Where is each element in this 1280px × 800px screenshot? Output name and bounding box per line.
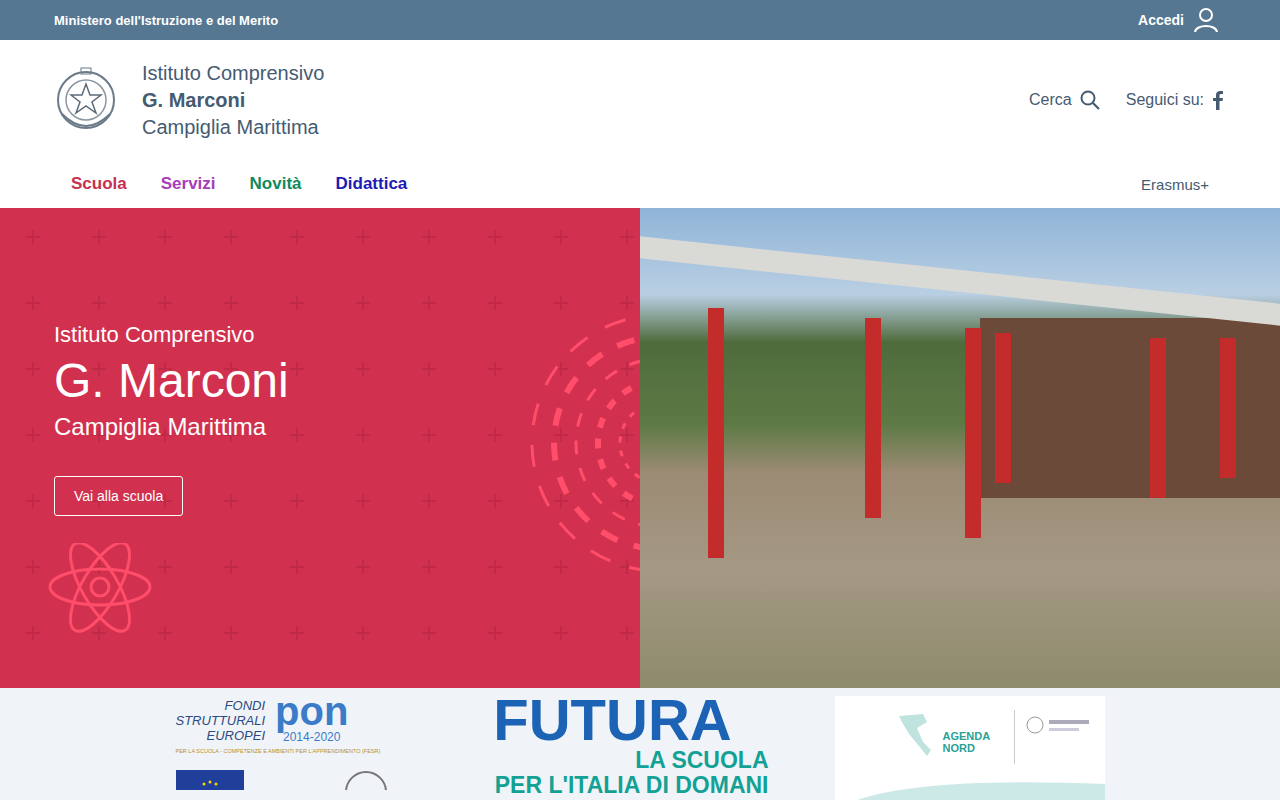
futura-line: LA SCUOLA [635, 748, 768, 773]
photo-post [865, 318, 881, 518]
eu-flag-icon [176, 770, 244, 790]
pon-banner[interactable]: FONDISTRUTTURALIEUROPEIpon2014-2020PER L… [176, 692, 391, 800]
nav-item[interactable]: Novità [233, 174, 319, 194]
pon-logo: pon2014-2020 [275, 692, 348, 744]
top-bar: Ministero dell'Istruzione e del Merito Ac… [0, 0, 1280, 40]
search-button[interactable]: Cerca [1029, 90, 1100, 110]
school-city: Campiglia Marittima [142, 114, 324, 141]
pon-line: EUROPEI [207, 728, 266, 743]
futura-title: FUTURA [493, 692, 731, 748]
hero-title: G. Marconi [54, 350, 586, 412]
photo-post [1220, 338, 1236, 478]
pon-logos [176, 754, 391, 790]
agenda-banner[interactable]: AGENDANORD [835, 696, 1105, 800]
agenda-title: AGENDANORD [943, 710, 991, 754]
agenda-line: NORD [943, 742, 991, 754]
hero-city: Campiglia Marittima [54, 412, 586, 442]
photo-roof [640, 236, 1280, 325]
pon-top: FONDISTRUTTURALIEUROPEIpon2014-2020 [176, 692, 391, 744]
futura-line: PER L'ITALIA DI DOMANI [495, 773, 769, 798]
follow-label: Seguici su: [1126, 91, 1204, 109]
nav-item[interactable]: Didattica [319, 174, 425, 194]
hero-photo [640, 208, 1280, 688]
nav-item[interactable]: Servizi [144, 174, 233, 194]
wave-decoration [843, 776, 1105, 800]
main-nav: ScuolaServiziNovitàDidattica Erasmus+ [0, 160, 1280, 208]
hero: Istituto ComprensivoG. MarconiCampiglia … [0, 208, 1280, 688]
search-label: Cerca [1029, 91, 1072, 109]
erasmus-link[interactable]: Erasmus+ [1141, 176, 1209, 193]
header: Istituto ComprensivoG. MarconiCampiglia … [0, 40, 1280, 160]
brand[interactable]: Istituto ComprensivoG. MarconiCampiglia … [54, 60, 324, 141]
hero-panel: Istituto ComprensivoG. MarconiCampiglia … [0, 208, 640, 688]
school-button[interactable]: Vai alla scuola [54, 476, 183, 516]
social: Seguici su: [1126, 90, 1224, 110]
ministry-logo-icon [1025, 710, 1095, 740]
agenda-line: AGENDA [943, 730, 991, 742]
school-name: Istituto ComprensivoG. MarconiCampiglia … [142, 60, 324, 141]
photo-post [708, 308, 724, 558]
banner-strip: FONDISTRUTTURALIEUROPEIpon2014-2020PER L… [0, 688, 1280, 800]
hero-text: Istituto ComprensivoG. MarconiCampiglia … [54, 320, 586, 516]
pattern-decoration [0, 208, 640, 688]
photo-post [1150, 338, 1166, 498]
login-button[interactable]: Accedi [1138, 7, 1218, 33]
circles-decoration [480, 288, 640, 608]
emblem-icon [54, 64, 118, 136]
pon-mark: pon [275, 692, 348, 730]
facebook-icon[interactable] [1212, 90, 1224, 110]
separator [1014, 710, 1015, 764]
italy-map-icon [893, 710, 933, 760]
pon-years: 2014-2020 [283, 730, 340, 744]
photo-post [995, 333, 1011, 483]
pon-caption: PER LA SCUOLA - COMPETENZE E AMBIENTI PE… [176, 748, 391, 754]
pon-text: FONDISTRUTTURALIEUROPEI [176, 692, 266, 743]
emblem-icon [341, 770, 391, 790]
login-label: Accedi [1138, 12, 1184, 28]
pon-line: FONDI [225, 698, 265, 713]
school-type: Istituto Comprensivo [142, 60, 324, 87]
search-icon [1080, 90, 1100, 110]
ministry-link[interactable]: Ministero dell'Istruzione e del Merito [54, 13, 278, 28]
pon-line: STRUTTURALI [176, 713, 266, 728]
nav-item[interactable]: Scuola [54, 174, 144, 194]
hero-subtitle: Istituto Comprensivo [54, 320, 586, 350]
atom-icon [48, 543, 158, 643]
futura-banner[interactable]: FUTURALA SCUOLAPER L'ITALIA DI DOMANI [457, 692, 769, 800]
nav-list: ScuolaServiziNovitàDidattica [54, 174, 424, 194]
school-title: G. Marconi [142, 87, 324, 114]
user-icon [1194, 7, 1218, 33]
photo-post [965, 328, 981, 538]
header-actions: Cerca Seguici su: [1029, 90, 1224, 110]
